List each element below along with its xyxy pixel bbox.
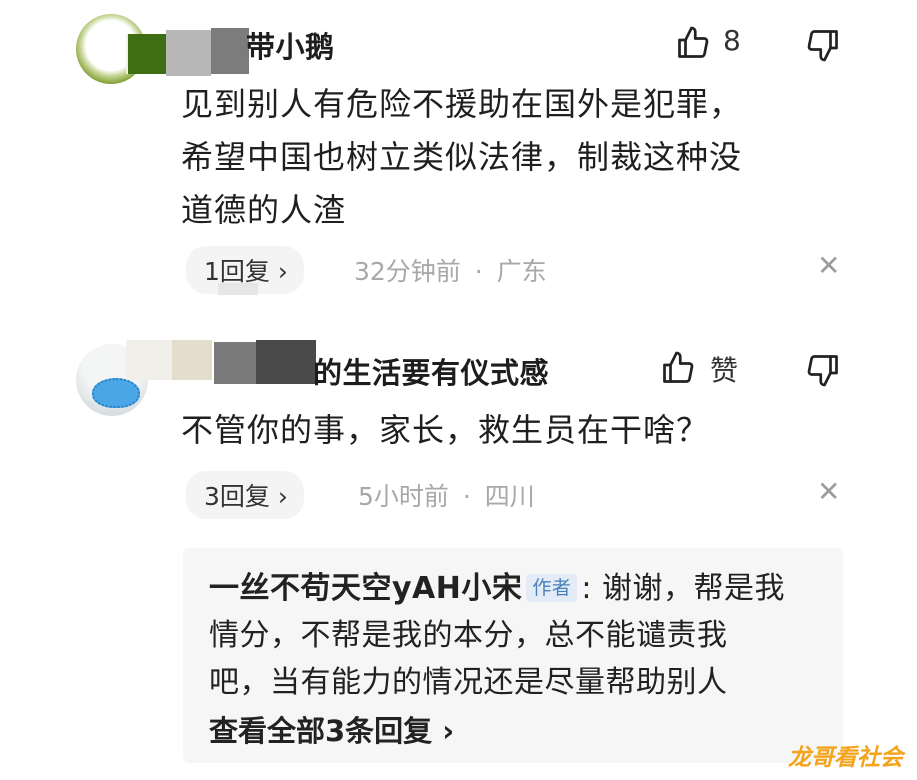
close-icon[interactable]: ✕ — [817, 249, 840, 282]
username-mosaic — [166, 30, 211, 76]
author-reply: 一丝不苟天空yAH小宋 作者: 谢谢，帮是我 情分，不帮是我的本分，总不能谴责我 … — [209, 565, 839, 706]
username-mosaic — [211, 28, 249, 74]
avatar-image — [92, 378, 140, 408]
reply-line: 一丝不苟天空yAH小宋 作者: 谢谢，帮是我 — [209, 565, 839, 612]
username-mosaic — [214, 342, 256, 384]
watermark: 龙哥看社会 — [788, 745, 903, 771]
view-all-replies-link[interactable]: 查看全部3条回复 › — [209, 708, 454, 750]
comment-meta: 5小时前 · 四川 — [358, 477, 535, 513]
username-mosaic — [126, 340, 172, 380]
username-mosaic — [128, 34, 166, 74]
reply-text: : 谢谢，帮是我 — [581, 571, 786, 606]
comment-time: 32分钟前 — [354, 257, 461, 286]
reply-count: 1回复 — [204, 257, 270, 286]
chevron-right-icon: › — [277, 482, 288, 511]
comment-time: 5小时前 — [358, 482, 449, 511]
like-count: 8 — [723, 24, 741, 57]
view-all-label: 查看全部3条回复 — [209, 714, 433, 748]
comment-meta: 32分钟前 · 广东 — [354, 252, 547, 288]
reply-author[interactable]: 一丝不苟天空yAH小宋 — [209, 571, 522, 606]
like-label: 赞 — [710, 354, 739, 387]
thumbs-down-icon[interactable] — [805, 27, 841, 63]
comment-line: 希望中国也树立类似法律，制裁这种没 — [181, 138, 743, 176]
mosaic-block — [218, 283, 258, 295]
separator: · — [462, 482, 471, 511]
comment-content: 不管你的事，家长，救生员在干啥？ — [181, 404, 709, 457]
comment-line: 见到别人有危险不援助在国外是犯罪， — [181, 85, 743, 123]
username-mosaic — [256, 340, 316, 384]
reply-count-button[interactable]: 3回复 › — [186, 471, 304, 519]
comment-line: 不管你的事，家长，救生员在干啥？ — [181, 411, 710, 449]
comment-content: 见到别人有危险不援助在国外是犯罪， 希望中国也树立类似法律，制裁这种没 道德的人… — [181, 78, 742, 237]
reply-count: 3回复 — [204, 482, 270, 511]
reply-line: 吧，当有能力的情况还是尽量帮助别人 — [209, 665, 728, 700]
comment-line: 道德的人渣 — [181, 191, 347, 229]
chevron-right-icon: › — [442, 714, 455, 748]
thumbs-down-icon[interactable] — [805, 352, 841, 388]
comment-location: 四川 — [484, 482, 535, 511]
close-icon[interactable]: ✕ — [817, 475, 840, 508]
thumbs-up-icon[interactable] — [675, 25, 711, 61]
chevron-right-icon: › — [277, 257, 288, 286]
comment-username[interactable]: 带小鹅 — [246, 24, 335, 66]
thumbs-up-icon[interactable] — [660, 350, 696, 386]
reply-line: 情分，不帮是我的本分，总不能谴责我 — [209, 618, 728, 653]
author-badge: 作者 — [526, 574, 578, 602]
comment-username[interactable]: 的生活要有仪式感 — [313, 350, 549, 392]
separator: · — [474, 257, 483, 286]
username-mosaic — [172, 340, 212, 380]
comment-location: 广东 — [496, 257, 547, 286]
